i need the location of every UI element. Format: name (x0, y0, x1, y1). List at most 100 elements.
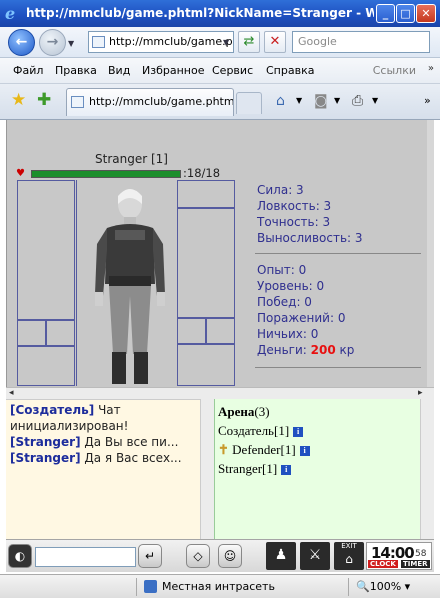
game-content: Stranger [1] ♥ :18/18 Сила: 3 Ловкость: … (6, 120, 434, 388)
arena-player[interactable]: Stranger[1] i (218, 459, 431, 478)
game-bottom-bar: ◐ ↵ ◇ ☺ ♟ ⚔ EXIT ⌂ 14:00 58 CLOCK TIMER (6, 539, 434, 572)
menu-tools[interactable]: Сервис (212, 64, 253, 77)
equipment-slot-left-bottom[interactable] (17, 346, 75, 386)
print-dropdown-icon[interactable]: ▼ (372, 93, 378, 109)
arena-scrollbar[interactable] (420, 399, 434, 539)
arena-panel: Арена(3) Создатель[1] i ✝ Defender[1] i St… (214, 399, 434, 539)
status-bar: Местная интрасеть 🔍100% ▾ (0, 574, 440, 598)
hp-bar (31, 170, 181, 178)
send-enter-icon[interactable]: ↵ (138, 544, 162, 568)
stat-money: Деньги: 200 кр (257, 343, 354, 357)
chat-input[interactable] (35, 547, 136, 567)
slot-divider (75, 180, 77, 386)
zoom-control[interactable]: 🔍100% ▾ (356, 580, 410, 593)
equipment-slot-right-top[interactable] (177, 180, 235, 208)
chat-sender[interactable]: [Stranger] (10, 451, 81, 465)
links-label[interactable]: Ссылки (373, 64, 416, 77)
forward-button[interactable]: → (39, 29, 66, 56)
chat-sender[interactable]: [Stranger] (10, 435, 81, 449)
character-figure (95, 189, 165, 384)
stat-wins: Побед: 0 (257, 295, 312, 309)
arena-player[interactable]: ✝ Defender[1] i (218, 440, 431, 459)
arena-player[interactable]: Создатель[1] i (218, 421, 431, 440)
info-icon[interactable]: i (281, 465, 292, 475)
equipment-slot-right-middle[interactable] (177, 208, 235, 318)
equipment-slot-right-bottom[interactable] (177, 344, 235, 386)
content-horizontal-scrollbar[interactable]: ◂ ▸ (6, 387, 434, 399)
equipment-slot-ring-1[interactable] (17, 320, 46, 346)
zoom-icon: 🔍 (356, 580, 370, 593)
zoom-dropdown-icon[interactable]: ▾ (405, 580, 411, 593)
arena-header: Арена(3) (218, 402, 431, 421)
stat-endurance: Выносливость: 3 (257, 231, 363, 245)
feeds-icon[interactable]: ◙ (314, 93, 328, 109)
chat-sender[interactable]: [Создатель] (10, 403, 94, 417)
money-value: 200 (310, 343, 336, 357)
scroll-right-icon[interactable]: ▸ (418, 388, 423, 398)
tab-game[interactable]: http://mmclub/game.phtml... (66, 88, 234, 116)
address-url: http://mmclub/game.p (109, 35, 233, 48)
arena-count: (3) (254, 404, 270, 419)
cross-icon: ✝ (218, 442, 229, 457)
tab-title: http://mmclub/game.phtml... (89, 95, 234, 108)
smiley-icon[interactable]: ☺ (218, 544, 242, 568)
fight-icon[interactable]: ⚔ (300, 542, 330, 570)
stat-accuracy: Точность: 3 (257, 215, 331, 229)
minimize-button[interactable]: _ (376, 4, 395, 23)
menu-help[interactable]: Справка (266, 64, 314, 77)
status-divider (136, 578, 137, 596)
chat-scrollbar[interactable] (200, 399, 214, 539)
content-vertical-scrollbar[interactable] (427, 120, 434, 388)
close-window-button[interactable]: ✕ (416, 4, 436, 23)
chat-text: Да я Вас всех... (80, 451, 182, 465)
back-button[interactable]: ← (8, 29, 35, 56)
exit-button[interactable]: EXIT ⌂ (334, 542, 364, 570)
equipment-slot-left-large[interactable] (17, 180, 75, 320)
print-icon[interactable]: ⎙ (352, 93, 363, 109)
refresh-icon[interactable]: ⇄ (238, 31, 260, 53)
search-input[interactable]: Google (292, 31, 430, 53)
eraser-icon[interactable]: ◇ (186, 544, 210, 568)
info-icon[interactable]: i (293, 427, 304, 437)
equipment-slot-ring-2[interactable] (46, 320, 75, 346)
speaker-icon[interactable]: ◐ (8, 544, 32, 568)
new-tab-button[interactable] (236, 92, 262, 114)
chevron-right-icon[interactable]: » (428, 63, 434, 74)
chat-panel: [Создатель] Чат инициализирован! [Strang… (6, 399, 214, 539)
info-icon[interactable]: i (299, 446, 310, 456)
history-dropdown-icon[interactable]: ▼ (68, 39, 74, 48)
player-name[interactable]: Defender[1] (232, 442, 296, 457)
stop-icon[interactable]: ✕ (264, 31, 286, 53)
chat-text: Да Вы все пи... (80, 435, 179, 449)
menu-bar: Файл Правка Вид Избранное Сервис Справка… (0, 58, 440, 84)
favorites-star-icon[interactable]: ★ (11, 92, 26, 109)
chat-message: [Создатель] Чат инициализирован! (10, 402, 210, 434)
menu-file[interactable]: Файл (13, 64, 43, 77)
status-zone: Местная интрасеть (162, 580, 275, 593)
menu-edit[interactable]: Правка (55, 64, 97, 77)
address-dropdown-icon[interactable]: ▼ (223, 38, 229, 47)
address-input[interactable]: http://mmclub/game.p (88, 31, 234, 53)
clock-label[interactable]: CLOCK (368, 560, 398, 568)
player-name[interactable]: Создатель[1] (218, 423, 289, 438)
home-icon[interactable]: ⌂ (276, 93, 285, 109)
home-dropdown-icon[interactable]: ▼ (296, 93, 302, 109)
feeds-dropdown-icon[interactable]: ▼ (334, 93, 340, 109)
maximize-button[interactable]: □ (396, 4, 415, 23)
inventory-icon[interactable]: ♟ (266, 542, 296, 570)
add-favorite-icon[interactable]: ✚ (37, 92, 51, 109)
stat-draws: Ничьих: 0 (257, 327, 319, 341)
equipment-slot-ring-3[interactable] (177, 318, 206, 344)
equipment-slot-ring-4[interactable] (206, 318, 235, 344)
toolbar-chevron-icon[interactable]: » (424, 93, 431, 109)
stats-divider-2 (255, 367, 421, 368)
scroll-left-icon[interactable]: ◂ (9, 388, 14, 398)
zoom-level: 100% (369, 580, 402, 593)
stat-losses: Поражений: 0 (257, 311, 346, 325)
timer-label[interactable]: TIMER (401, 560, 430, 568)
menu-favorites[interactable]: Избранное (142, 64, 204, 77)
menu-view[interactable]: Вид (108, 64, 130, 77)
stats-divider (255, 253, 421, 254)
player-name[interactable]: Stranger[1] (218, 461, 277, 476)
stat-agility: Ловкость: 3 (257, 199, 332, 213)
